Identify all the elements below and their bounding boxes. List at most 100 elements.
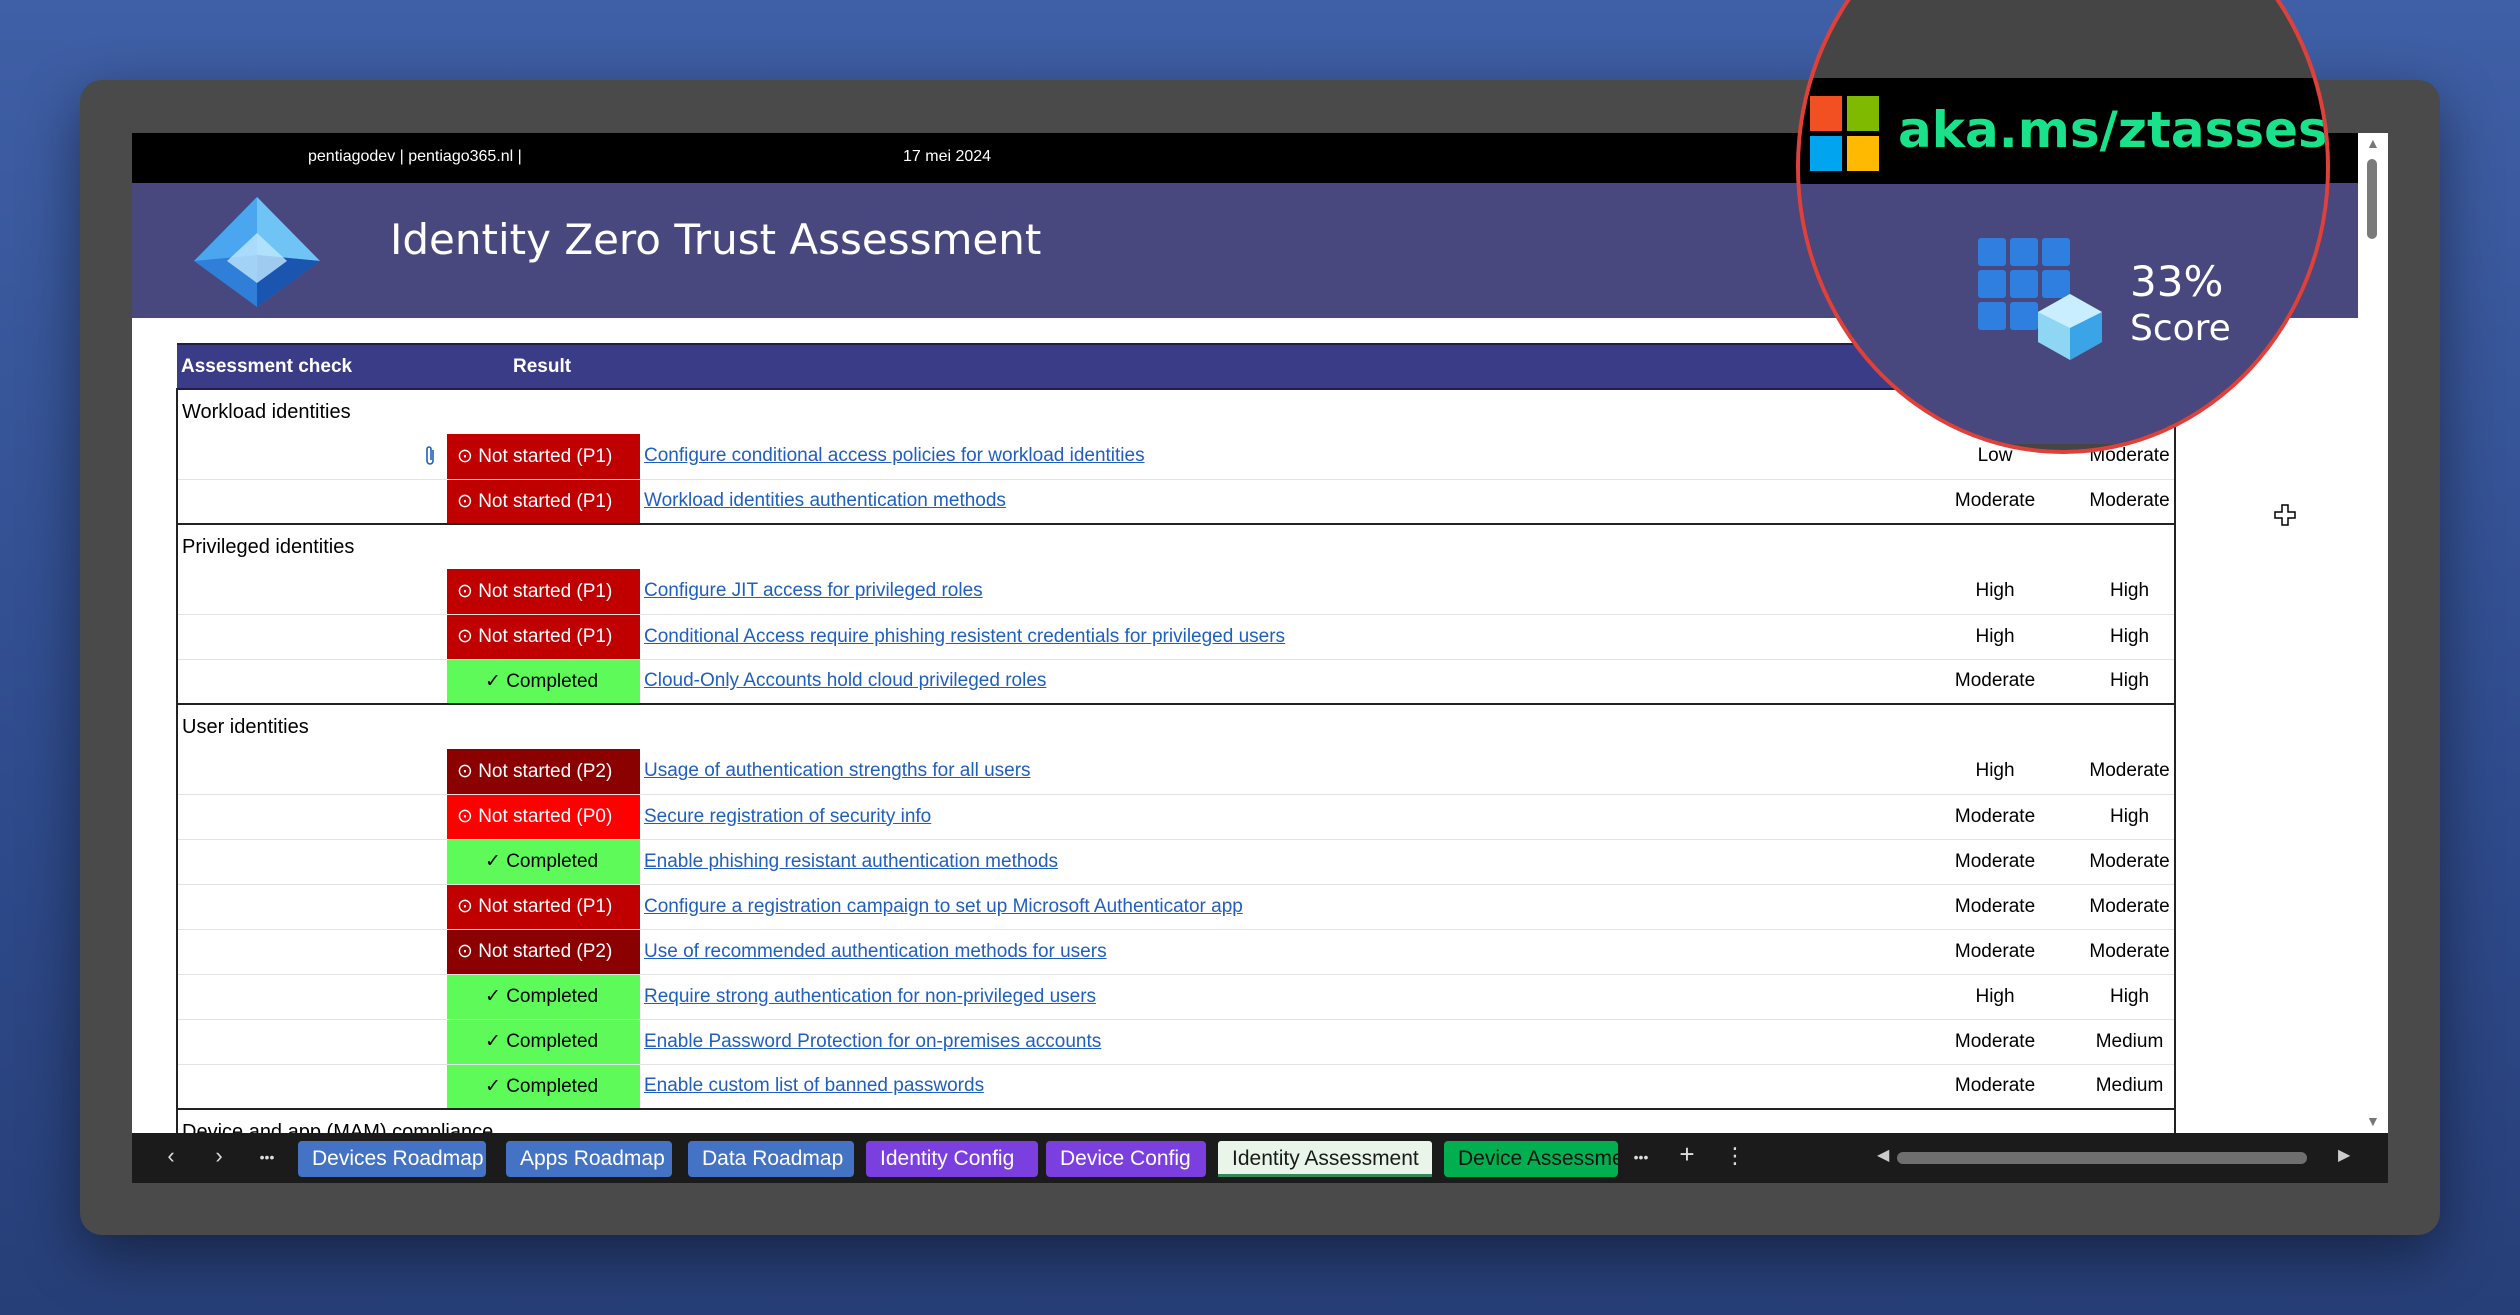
status-badge: ⊙ Not started (P1) <box>447 569 640 615</box>
tab-devices-roadmap[interactable]: Devices Roadmap <box>298 1141 486 1177</box>
horizontal-scrollbar[interactable] <box>1897 1152 2307 1164</box>
user-impact-value: Moderate <box>1905 659 2086 705</box>
status-badge: ⊙ Not started (P1) <box>447 434 640 480</box>
check-link[interactable]: Cloud-Only Accounts hold cloud privilege… <box>640 670 1046 691</box>
check-link[interactable]: Use of recommended authentication method… <box>640 941 1107 962</box>
check-link[interactable]: Enable Password Protection for on-premis… <box>640 1031 1101 1052</box>
tab-options-icon[interactable]: ⋮ <box>1720 1143 1750 1169</box>
row-spacer <box>176 569 447 615</box>
check-cell: Use of recommended authentication method… <box>640 929 1906 975</box>
status-badge: ⊙ Not started (P1) <box>447 479 640 525</box>
check-cell: Workload identities authentication metho… <box>640 479 1906 525</box>
check-link[interactable]: Enable phishing resistant authentication… <box>640 851 1058 872</box>
entra-logo-icon <box>194 197 320 307</box>
check-link[interactable]: Workload identities authentication metho… <box>640 490 1006 511</box>
status-badge: ⊙ Not started (P2) <box>447 749 640 795</box>
tab-apps-roadmap[interactable]: Apps Roadmap <box>506 1141 672 1177</box>
implementation-cost-value: High <box>2085 614 2177 660</box>
check-cell: Usage of authentication strengths for al… <box>640 749 1906 795</box>
score-percentage: 33% <box>2130 257 2224 306</box>
tab-data-roadmap[interactable]: Data Roadmap <box>688 1141 854 1177</box>
row-spacer <box>176 434 447 480</box>
user-impact-value: Moderate <box>1905 884 2086 930</box>
table-row: ✓ Completed Enable custom list of banned … <box>176 1064 2177 1110</box>
implementation-cost-value: Moderate <box>2085 929 2177 975</box>
user-impact-value: High <box>1905 614 2086 660</box>
row-spacer <box>176 1064 447 1110</box>
scroll-left-icon[interactable]: ◀ <box>1877 1145 1889 1165</box>
table-row: ⊙ Not started (P1) Configure JIT access f… <box>176 569 2177 615</box>
scroll-thumb[interactable] <box>2367 159 2377 239</box>
status-badge: ✓ Completed <box>447 1064 640 1110</box>
assessment-url: aka.ms/ztassess <box>1898 101 2330 159</box>
check-cell: Secure registration of security info <box>640 794 1906 840</box>
status-badge: ⊙ Not started (P2) <box>447 929 640 975</box>
user-impact-value: High <box>1905 974 2086 1020</box>
table-row: ⊙ Not started (P2) Use of recommended aut… <box>176 929 2177 975</box>
table-row: ⊙ Not started (P1) Configure a registrati… <box>176 884 2177 930</box>
table-row: ⊙ Not started (P1) Workload identities au… <box>176 479 2177 525</box>
check-cell: Enable custom list of banned passwords <box>640 1064 1906 1110</box>
check-link[interactable]: Configure a registration campaign to set… <box>640 896 1243 917</box>
page-title: Identity Zero Trust Assessment <box>390 215 1042 264</box>
section-header: User identities <box>175 703 2177 749</box>
row-spacer <box>176 794 447 840</box>
check-link[interactable]: Configure conditional access policies fo… <box>640 445 1145 466</box>
row-spacer <box>176 884 447 930</box>
vertical-scrollbar[interactable]: ▲ ▼ <box>2358 133 2388 1133</box>
implementation-cost-value: Medium <box>2085 1064 2177 1110</box>
implementation-cost-value: Moderate <box>2085 479 2177 525</box>
prev-sheet-icon[interactable]: ‹ <box>156 1143 186 1169</box>
table-row: ✓ Completed Require strong authentication… <box>176 974 2177 1020</box>
status-badge: ✓ Completed <box>447 974 640 1020</box>
tab-device-assessment[interactable]: Device Assessment <box>1444 1141 1618 1177</box>
scroll-down-icon[interactable]: ▼ <box>2366 1113 2380 1129</box>
scroll-up-icon[interactable]: ▲ <box>2366 135 2380 151</box>
status-badge: ⊙ Not started (P1) <box>447 884 640 930</box>
check-link[interactable]: Conditional Access require phishing resi… <box>640 626 1285 647</box>
status-badge: ✓ Completed <box>447 1019 640 1065</box>
user-impact-value: Moderate <box>1905 929 2086 975</box>
check-link[interactable]: Secure registration of security info <box>640 806 931 827</box>
check-link[interactable]: Usage of authentication strengths for al… <box>640 760 1031 781</box>
cursor-icon <box>2274 504 2296 526</box>
check-link[interactable]: Enable custom list of banned passwords <box>640 1075 984 1096</box>
status-badge: ⊙ Not started (P1) <box>447 614 640 660</box>
implementation-cost-value: High <box>2085 569 2177 615</box>
status-badge: ✓ Completed <box>447 659 640 705</box>
more-sheets-icon[interactable]: ••• <box>252 1149 282 1165</box>
implementation-cost-value: Moderate <box>2085 884 2177 930</box>
row-spacer <box>176 929 447 975</box>
table-row: ⊙ Not started (P0) Secure registration of… <box>176 794 2177 840</box>
paperclip-icon[interactable] <box>423 444 437 468</box>
row-spacer <box>176 659 447 705</box>
check-link[interactable]: Require strong authentication for non-pr… <box>640 986 1096 1007</box>
check-cell: Configure JIT access for privileged role… <box>640 569 1906 615</box>
table-row: ⊙ Not started (P1) Conditional Access req… <box>176 614 2177 660</box>
section-header: Privileged identities <box>175 523 2177 569</box>
check-cell: Enable phishing resistant authentication… <box>640 839 1906 885</box>
tab-identity-assessment[interactable]: Identity Assessment <box>1218 1141 1432 1177</box>
user-impact-value: Moderate <box>1905 479 2086 525</box>
score-grid-icon <box>1978 238 2102 360</box>
row-spacer <box>176 749 447 795</box>
more-tabs-icon[interactable]: ••• <box>1626 1149 1656 1165</box>
scroll-right-icon[interactable]: ▶ <box>2338 1145 2350 1165</box>
row-spacer <box>176 839 447 885</box>
row-spacer <box>176 1019 447 1065</box>
score-label: Score <box>2130 308 2231 349</box>
implementation-cost-value: High <box>2085 974 2177 1020</box>
check-cell: Configure a registration campaign to set… <box>640 884 1906 930</box>
tab-device-config[interactable]: Device Config <box>1046 1141 1206 1177</box>
table-row: ⊙ Not started (P2) Usage of authenticatio… <box>176 749 2177 795</box>
row-spacer <box>176 614 447 660</box>
check-link[interactable]: Configure JIT access for privileged role… <box>640 580 983 601</box>
implementation-cost-value: Moderate <box>2085 839 2177 885</box>
column-header-result: Result <box>447 343 1906 390</box>
next-sheet-icon[interactable]: › <box>204 1143 234 1169</box>
user-impact-value: Moderate <box>1905 1019 2086 1065</box>
check-cell: Enable Password Protection for on-premis… <box>640 1019 1906 1065</box>
implementation-cost-value: Moderate <box>2085 749 2177 795</box>
add-sheet-icon[interactable]: + <box>1672 1139 1702 1170</box>
tab-identity-config[interactable]: Identity Config <box>866 1141 1038 1177</box>
